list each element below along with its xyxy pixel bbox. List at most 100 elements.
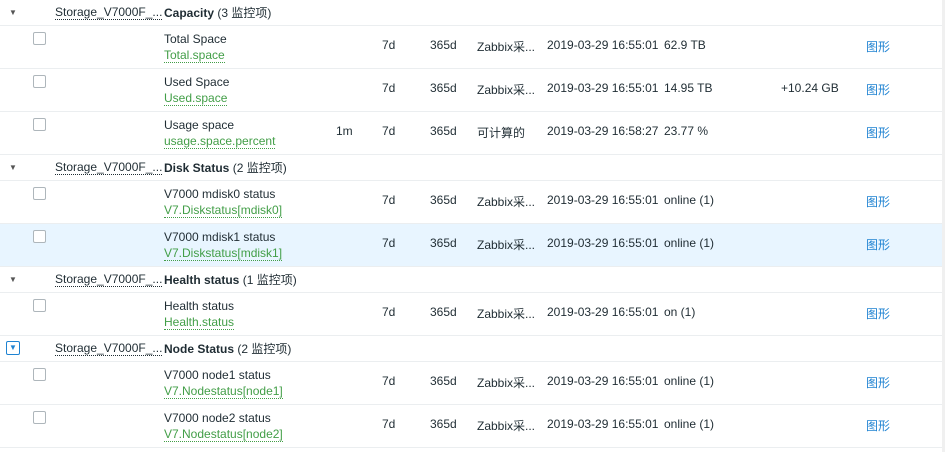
item-history: 7d bbox=[382, 305, 396, 319]
item-name: V7000 mdisk1 status bbox=[164, 230, 276, 244]
item-name: Usage space bbox=[164, 118, 235, 132]
item-checkbox[interactable] bbox=[33, 299, 46, 312]
application-title: Node Status bbox=[164, 342, 235, 356]
item-last-check: 2019-03-29 16:55:01 bbox=[547, 38, 659, 52]
application-name: Capacity (3 监控项) bbox=[164, 6, 271, 20]
item-last-value: online (1) bbox=[664, 193, 715, 207]
collapse-toggle-icon[interactable]: ▼ bbox=[7, 7, 19, 19]
item-name: V7000 mdisk0 status bbox=[164, 187, 276, 201]
item-checkbox[interactable] bbox=[33, 32, 46, 45]
item-checkbox[interactable] bbox=[33, 187, 46, 200]
application-group-row: ▼ Storage_V7000F_... Capacity (3 监控项) bbox=[0, 0, 945, 26]
item-count: (2 监控项) bbox=[234, 342, 292, 356]
item-trends: 365d bbox=[430, 81, 457, 95]
item-key-link[interactable]: Health.status bbox=[164, 315, 235, 330]
item-last-check: 2019-03-29 16:55:01 bbox=[547, 374, 659, 388]
item-key-link[interactable]: V7.Nodestatus[node1] bbox=[164, 384, 283, 399]
item-change: +10.24 GB bbox=[781, 81, 839, 95]
item-row: Usage space usage.space.percent 1m 7d 365d 可计… bbox=[0, 112, 945, 155]
host-link[interactable]: Storage_V7000F_... bbox=[55, 273, 163, 287]
graph-link[interactable]: 图形 bbox=[866, 124, 890, 141]
item-last-check: 2019-03-29 16:55:01 bbox=[547, 193, 659, 207]
graph-link[interactable]: 图形 bbox=[866, 236, 890, 253]
application-group-row: ▼ Storage_V7000F_... Health status (1 监控项) bbox=[0, 267, 945, 293]
item-last-value: online (1) bbox=[664, 374, 715, 388]
item-checkbox[interactable] bbox=[33, 118, 46, 131]
item-row: Total Space Total.space 7d 365d Zabbix采... 20… bbox=[0, 26, 945, 69]
item-name: Used Space bbox=[164, 75, 230, 89]
item-key-link[interactable]: Total.space bbox=[164, 48, 225, 63]
item-trends: 365d bbox=[430, 236, 457, 250]
item-last-check: 2019-03-29 16:55:01 bbox=[547, 305, 659, 319]
item-last-check: 2019-03-29 16:55:01 bbox=[547, 236, 659, 250]
graph-link[interactable]: 图形 bbox=[866, 374, 890, 391]
item-trends: 365d bbox=[430, 417, 457, 431]
application-group-row: ▼ Storage_V7000F_... Node Status (2 监控项) bbox=[0, 336, 945, 362]
item-checkbox[interactable] bbox=[33, 230, 46, 243]
host-link[interactable]: Storage_V7000F_... bbox=[55, 161, 163, 175]
item-row: V7000 node1 status V7.Nodestatus[node1] 7d… bbox=[0, 362, 945, 405]
graph-link[interactable]: 图形 bbox=[866, 81, 890, 98]
item-last-value: on (1) bbox=[664, 305, 696, 319]
graph-link[interactable]: 图形 bbox=[866, 38, 890, 55]
item-type: Zabbix采... bbox=[477, 195, 536, 209]
item-row: Health status Health.status 7d 365d Zabbix采.… bbox=[0, 293, 945, 336]
item-checkbox[interactable] bbox=[33, 368, 46, 381]
item-type: Zabbix采... bbox=[477, 419, 536, 433]
item-last-value: 23.77 % bbox=[664, 124, 709, 138]
item-history: 7d bbox=[382, 38, 396, 52]
graph-link[interactable]: 图形 bbox=[866, 193, 890, 210]
application-title: Health status bbox=[164, 273, 240, 287]
item-count: (2 监控项) bbox=[229, 161, 287, 175]
item-row: Used Space Used.space 7d 365d Zabbix采... 2019… bbox=[0, 69, 945, 112]
item-last-check: 2019-03-29 16:55:01 bbox=[547, 81, 659, 95]
item-count: (3 监控项) bbox=[214, 6, 272, 20]
application-name: Health status (1 监控项) bbox=[164, 273, 297, 287]
item-type: Zabbix采... bbox=[477, 238, 536, 252]
item-type: Zabbix采... bbox=[477, 40, 536, 54]
item-type: Zabbix采... bbox=[477, 307, 536, 321]
item-history: 7d bbox=[382, 417, 396, 431]
item-trends: 365d bbox=[430, 305, 457, 319]
item-name: V7000 node2 status bbox=[164, 411, 271, 425]
application-title: Capacity bbox=[164, 6, 215, 20]
item-trends: 365d bbox=[430, 374, 457, 388]
collapse-toggle-icon[interactable]: ▼ bbox=[7, 162, 19, 174]
item-last-check: 2019-03-29 16:55:01 bbox=[547, 417, 659, 431]
application-group-row: ▼ Storage_V7000F_... Disk Status (2 监控项) bbox=[0, 155, 945, 181]
item-history: 7d bbox=[382, 124, 396, 138]
item-row: V7000 node2 status V7.Nodestatus[node2] 7d… bbox=[0, 405, 945, 448]
graph-link[interactable]: 图形 bbox=[866, 305, 890, 322]
item-key-link[interactable]: V7.Diskstatus[mdisk0] bbox=[164, 203, 283, 218]
collapse-toggle-icon[interactable]: ▼ bbox=[6, 341, 20, 355]
item-key-link[interactable]: V7.Diskstatus[mdisk1] bbox=[164, 246, 283, 261]
item-name: Total Space bbox=[164, 32, 227, 46]
item-trends: 365d bbox=[430, 38, 457, 52]
item-last-value: online (1) bbox=[664, 417, 715, 431]
item-interval: 1m bbox=[336, 124, 353, 138]
item-last-value: 62.9 TB bbox=[664, 38, 706, 52]
item-history: 7d bbox=[382, 81, 396, 95]
item-type: Zabbix采... bbox=[477, 376, 536, 390]
item-type: Zabbix采... bbox=[477, 83, 536, 97]
host-link[interactable]: Storage_V7000F_... bbox=[55, 6, 163, 20]
item-key-link[interactable]: Used.space bbox=[164, 91, 228, 106]
item-history: 7d bbox=[382, 236, 396, 250]
host-link[interactable]: Storage_V7000F_... bbox=[55, 342, 163, 356]
item-checkbox[interactable] bbox=[33, 75, 46, 88]
latest-data-table: ▼ Storage_V7000F_... Capacity (3 监控项) Total… bbox=[0, 0, 945, 448]
item-type: 可计算的 bbox=[477, 126, 526, 140]
item-trends: 365d bbox=[430, 124, 457, 138]
item-history: 7d bbox=[382, 193, 396, 207]
application-title: Disk Status bbox=[164, 161, 230, 175]
item-name: V7000 node1 status bbox=[164, 368, 271, 382]
graph-link[interactable]: 图形 bbox=[866, 417, 890, 434]
item-key-link[interactable]: usage.space.percent bbox=[164, 134, 276, 149]
item-last-value: online (1) bbox=[664, 236, 715, 250]
collapse-toggle-icon[interactable]: ▼ bbox=[7, 274, 19, 286]
item-last-check: 2019-03-29 16:58:27 bbox=[547, 124, 659, 138]
application-name: Node Status (2 监控项) bbox=[164, 342, 291, 356]
item-checkbox[interactable] bbox=[33, 411, 46, 424]
item-name: Health status bbox=[164, 299, 235, 313]
item-key-link[interactable]: V7.Nodestatus[node2] bbox=[164, 427, 283, 442]
